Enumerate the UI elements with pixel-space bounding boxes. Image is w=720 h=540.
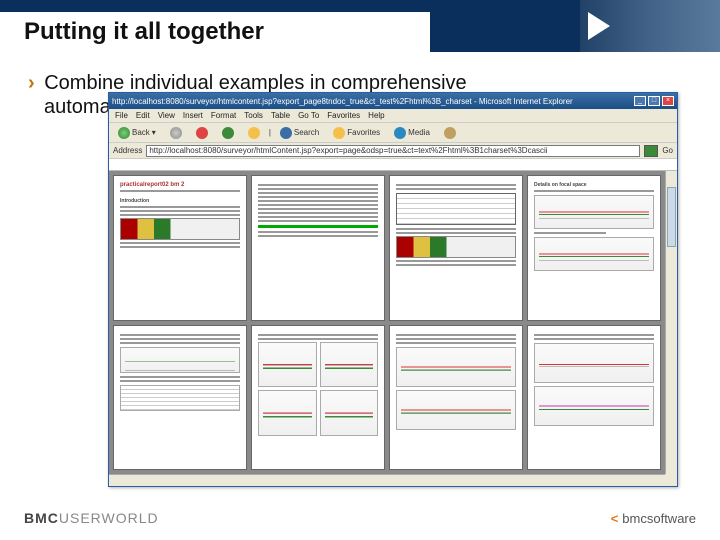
page-2 <box>251 175 385 321</box>
toolbar-divider: | <box>269 128 271 137</box>
footer-left-rest: USERWORLD <box>59 510 159 526</box>
page-1-title: practicalreport02 bm 2 <box>120 182 240 188</box>
page-6-chart-d <box>320 390 379 436</box>
page-6-chart-c <box>258 390 317 436</box>
favorites-button[interactable]: Favorites <box>328 125 385 141</box>
search-button[interactable]: Search <box>275 125 324 141</box>
footer-left: BMCUSERWORLD <box>24 510 159 526</box>
bullet-line-2: automa <box>44 96 111 119</box>
document-pages: practicalreport02 bm 2 Introduction <box>109 171 677 474</box>
page-6-chart-b <box>320 342 379 388</box>
ie-window: http://localhost:8080/surveyor/htmlconte… <box>108 92 678 487</box>
media-icon <box>394 127 406 139</box>
menu-table[interactable]: Table <box>271 111 290 120</box>
page-4-chart-1 <box>534 195 654 229</box>
slide: Putting it all together › Combine indivi… <box>0 0 720 540</box>
page-7-chart-1 <box>396 347 516 387</box>
header-stripe <box>0 0 430 12</box>
ie-addressbar: Address http://localhost:8080/surveyor/h… <box>109 143 677 159</box>
footer-right: < bmcsoftware <box>611 511 696 526</box>
ie-menubar: File Edit View Insert Format Tools Table… <box>109 109 677 123</box>
search-label: Search <box>294 128 319 137</box>
page-5-table <box>120 385 240 411</box>
vertical-scrollbar[interactable] <box>665 171 677 474</box>
maximize-button[interactable]: □ <box>648 96 660 106</box>
forward-icon <box>170 127 182 139</box>
back-icon <box>118 127 130 139</box>
menu-file[interactable]: File <box>115 111 128 120</box>
go-button[interactable] <box>644 145 658 157</box>
slide-title: Putting it all together <box>24 18 264 46</box>
ie-title: http://localhost:8080/surveyor/htmlconte… <box>112 97 573 106</box>
stop-button[interactable] <box>191 125 213 141</box>
bullet-text-1: Combine individual examples in comprehen… <box>44 72 466 94</box>
page-6 <box>251 325 385 471</box>
address-input[interactable]: http://localhost:8080/surveyor/htmlConte… <box>146 145 640 157</box>
page-1-table <box>120 218 240 240</box>
address-label: Address <box>113 146 142 155</box>
bmc-chevron-icon: < <box>611 511 619 526</box>
history-button[interactable] <box>439 125 461 141</box>
page-1: practicalreport02 bm 2 Introduction <box>113 175 247 321</box>
favorites-label: Favorites <box>347 128 380 137</box>
slide-footer: BMCUSERWORLD < bmcsoftware <box>0 496 720 540</box>
ie-titlebar[interactable]: http://localhost:8080/surveyor/htmlconte… <box>109 93 677 109</box>
refresh-icon <box>222 127 234 139</box>
ie-ruler <box>109 159 677 171</box>
window-controls: _ □ × <box>634 96 674 106</box>
home-button[interactable] <box>243 125 265 141</box>
favorites-icon <box>333 127 345 139</box>
page-1-section: Introduction <box>120 198 240 204</box>
page-7-chart-2 <box>396 390 516 430</box>
media-button[interactable]: Media <box>389 125 435 141</box>
page-5-chart <box>120 347 240 373</box>
page-8-chart-2 <box>534 386 654 426</box>
refresh-button[interactable] <box>217 125 239 141</box>
page-6-chart-grid <box>258 342 378 437</box>
page-8-chart-1 <box>534 343 654 383</box>
page-4: Details on focal space <box>527 175 661 321</box>
page-3-colortable <box>396 236 516 258</box>
horizontal-scrollbar[interactable] <box>109 474 665 486</box>
page-4-title: Details on focal space <box>534 182 654 188</box>
page-4-chart-2 <box>534 237 654 271</box>
stop-icon <box>196 127 208 139</box>
minimize-button[interactable]: _ <box>634 96 646 106</box>
page-3 <box>389 175 523 321</box>
back-button[interactable]: Back ▾ <box>113 125 161 141</box>
back-label: Back <box>132 128 150 137</box>
bullet-chevron-icon: › <box>28 72 35 94</box>
page-8 <box>527 325 661 471</box>
home-icon <box>248 127 260 139</box>
page-7 <box>389 325 523 471</box>
history-icon <box>444 127 456 139</box>
arrow-icon <box>588 12 610 40</box>
menu-goto[interactable]: Go To <box>298 111 319 120</box>
ie-toolbar: Back ▾ | Search Favorites Media <box>109 123 677 143</box>
search-icon <box>280 127 292 139</box>
menu-insert[interactable]: Insert <box>183 111 203 120</box>
footer-left-bold: BMC <box>24 510 59 526</box>
go-label: Go <box>662 146 673 155</box>
menu-help[interactable]: Help <box>368 111 384 120</box>
menu-format[interactable]: Format <box>211 111 236 120</box>
media-label: Media <box>408 128 430 137</box>
page-5 <box>113 325 247 471</box>
menu-view[interactable]: View <box>158 111 175 120</box>
page-6-chart-a <box>258 342 317 388</box>
forward-button[interactable] <box>165 125 187 141</box>
close-button[interactable]: × <box>662 96 674 106</box>
menu-tools[interactable]: Tools <box>244 111 263 120</box>
page-3-table <box>396 193 516 225</box>
menu-edit[interactable]: Edit <box>136 111 150 120</box>
menu-favorites[interactable]: Favorites <box>327 111 360 120</box>
footer-right-text: bmcsoftware <box>622 511 696 526</box>
scrollbar-thumb[interactable] <box>667 187 676 247</box>
